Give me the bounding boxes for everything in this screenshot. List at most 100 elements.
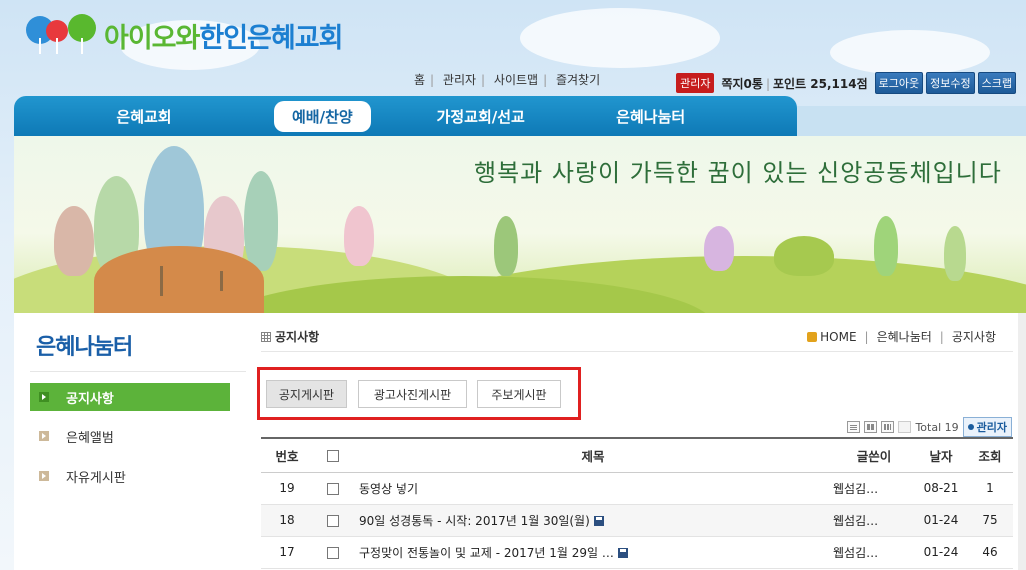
row-subject-link[interactable]: 구정맞이 전통놀이 및 교제 - 2017년 1월 29일 …	[359, 546, 614, 560]
utility-links: 홈 | 관리자 | 사이트맵 | 즐겨찾기	[414, 73, 601, 87]
row-subject[interactable]: 동영상 넣기	[353, 472, 833, 505]
main-nav: 은혜교회 예배/찬양 가정교회/선교 은혜나눔터	[14, 96, 797, 136]
gallery-view-icon[interactable]	[881, 421, 895, 433]
col-subject: 제목	[353, 437, 833, 473]
row-subject-link[interactable]: 동영상 넣기	[359, 482, 418, 496]
row-subject[interactable]: 구정맞이 전통놀이 및 교제 - 2017년 1월 29일 …	[353, 536, 833, 569]
board-tab-highlight: 공지게시판 광고사진게시판 주보게시판	[257, 367, 581, 420]
sidebar-item-album[interactable]: 은혜앨범	[30, 422, 230, 450]
nav-spacer	[797, 106, 1026, 136]
tab-bulletin-board[interactable]: 주보게시판	[477, 380, 561, 408]
banner-slogan: 행복과 사랑이 가득한 꿈이 있는 신앙공동체입니다	[474, 159, 1002, 187]
board-table: 번호 제목 글쓴이 날자 조회 19 동영상 넣기 웹섬김… 08-21 1 1…	[261, 437, 1013, 569]
arrow-bullet-icon	[39, 392, 49, 402]
col-author: 글쓴이	[833, 437, 915, 473]
page-scrollbar[interactable]	[1018, 313, 1026, 570]
board-title: 공지사항	[261, 328, 319, 345]
main-content: 공지사항 HOME | 은혜나눔터 | 공지사항 공지게시판 광고사진게시판 주보게…	[250, 313, 1026, 570]
tab-notice-board[interactable]: 공지게시판	[266, 380, 347, 408]
row-checkbox[interactable]	[327, 482, 339, 495]
sidebar-item-notice[interactable]: 공지사항	[30, 383, 230, 411]
board-admin-label: 관리자	[976, 421, 1007, 434]
arrow-bullet-icon	[39, 471, 49, 481]
row-number: 18	[261, 504, 313, 537]
sidebar-item-label: 공지사항	[66, 391, 114, 407]
divider	[30, 371, 246, 372]
row-subject[interactable]: 90일 성경통독 - 시작: 2017년 1월 30일(월)	[353, 504, 833, 537]
breadcrumb-current[interactable]: 공지사항	[952, 328, 996, 345]
sidebar-item-free-board[interactable]: 자유게시판	[30, 462, 230, 490]
row-author[interactable]: 웹섬김…	[833, 472, 915, 505]
select-all-checkbox[interactable]	[327, 450, 339, 463]
total-count: Total 19	[915, 420, 959, 434]
arrow-bullet-icon	[39, 431, 49, 441]
grid-view-icon[interactable]	[864, 421, 878, 433]
board-admin-button[interactable]: 관리자	[962, 417, 1012, 437]
row-author[interactable]: 웹섬김…	[833, 536, 915, 569]
list-tools: Total 19 관리자	[847, 417, 1012, 437]
nav-item-church[interactable]: 은혜교회	[14, 106, 274, 127]
logout-button[interactable]: 로그아웃	[874, 72, 924, 94]
col-date: 날자	[915, 437, 967, 473]
row-hits: 75	[967, 504, 1013, 537]
board-title-text: 공지사항	[275, 330, 320, 344]
scrap-button[interactable]: 스크랩	[977, 72, 1016, 94]
col-hits: 조회	[967, 437, 1013, 473]
sidebar-item-label: 은혜앨범	[66, 430, 114, 446]
list-view-icon[interactable]	[847, 421, 861, 433]
hero-banner: 행복과 사랑이 가득한 꿈이 있는 신앙공동체입니다	[14, 136, 1026, 313]
nav-item-sharing[interactable]: 은혜나눔터	[591, 106, 711, 127]
nav-item-worship[interactable]: 예배/찬양	[274, 100, 371, 132]
breadcrumb: HOME | 은혜나눔터 | 공지사항	[807, 328, 996, 345]
table-row[interactable]: 17 구정맞이 전통놀이 및 교제 - 2017년 1월 29일 … 웹섬김… …	[261, 536, 1013, 569]
edit-info-button[interactable]: 정보수정	[926, 72, 975, 94]
sidebar-title: 은혜나눔터	[36, 335, 133, 360]
breadcrumb-home[interactable]: HOME	[820, 330, 856, 344]
row-date: 08-21	[915, 472, 967, 505]
row-checkbox[interactable]	[327, 514, 339, 527]
table-row[interactable]: 18 90일 성경통독 - 시작: 2017년 1월 30일(월) 웹섬김… 0…	[261, 504, 1013, 537]
bookmark-link[interactable]: 즐겨찾기	[556, 73, 600, 87]
sidebar: 은혜나눔터 공지사항 은혜앨범 자유게시판	[14, 313, 250, 570]
home-link[interactable]: 홈	[414, 73, 425, 87]
row-number: 17	[261, 536, 313, 569]
row-hits: 46	[967, 536, 1013, 569]
admin-badge[interactable]: 관리자	[676, 73, 715, 93]
row-hits: 1	[967, 472, 1013, 505]
col-check	[313, 437, 353, 473]
cloud-decoration	[830, 30, 990, 75]
row-check	[313, 472, 353, 505]
row-check	[313, 536, 353, 569]
file-icon	[593, 516, 604, 526]
row-checkbox[interactable]	[327, 546, 339, 559]
member-bar: 관리자 쪽지0통 | 포인트 25,114점 로그아웃 정보수정 스크랩	[676, 72, 1016, 94]
nav-item-house-church[interactable]: 가정교회/선교	[371, 106, 591, 127]
cloud-decoration	[520, 8, 720, 68]
row-subject-link[interactable]: 90일 성경통독 - 시작: 2017년 1월 30일(월)	[359, 514, 590, 528]
tab-ad-photo-board[interactable]: 광고사진게시판	[358, 380, 467, 408]
point-count[interactable]: 포인트 25,114점	[773, 77, 868, 91]
row-date: 01-24	[915, 536, 967, 569]
row-author[interactable]: 웹섬김…	[833, 504, 915, 537]
sidebar-item-label: 자유게시판	[66, 470, 126, 486]
rss-icon[interactable]	[898, 421, 912, 433]
logo-text: 아이오와한인은혜교회	[104, 22, 343, 54]
memo-count[interactable]: 쪽지0통	[721, 77, 762, 91]
col-number: 번호	[261, 437, 313, 473]
table-row[interactable]: 19 동영상 넣기 웹섬김… 08-21 1	[261, 472, 1013, 505]
row-date: 01-24	[915, 504, 967, 537]
table-header: 번호 제목 글쓴이 날자 조회	[261, 437, 1013, 473]
admin-link[interactable]: 관리자	[443, 73, 476, 87]
row-number: 19	[261, 472, 313, 505]
logo-icon	[26, 14, 98, 56]
member-status: 쪽지0통 | 포인트 25,114점	[721, 76, 868, 91]
file-icon	[617, 548, 628, 558]
site-logo[interactable]: 아이오와한인은혜교회	[26, 12, 343, 58]
row-check	[313, 504, 353, 537]
breadcrumb-section[interactable]: 은혜나눔터	[877, 328, 932, 345]
pin-icon	[967, 424, 974, 430]
home-icon	[807, 331, 818, 342]
grid-icon	[261, 331, 271, 342]
sitemap-link[interactable]: 사이트맵	[494, 73, 538, 87]
divider	[261, 351, 1013, 352]
